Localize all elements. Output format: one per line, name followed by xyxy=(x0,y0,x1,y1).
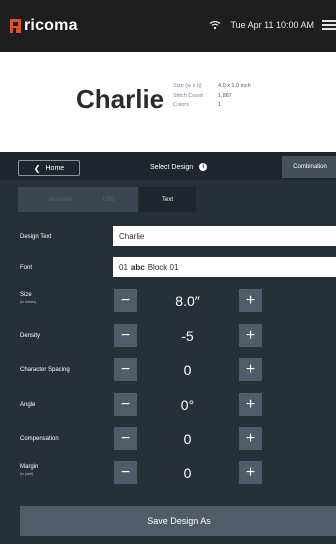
size-decrease-button[interactable]: − xyxy=(114,289,137,312)
spec-label: Stitch Count xyxy=(173,92,203,99)
compensation-decrease-button[interactable]: − xyxy=(114,427,137,450)
spec-value: 4.0 x 1.0 inch xyxy=(218,83,251,89)
logo-text: ricoma xyxy=(24,17,78,34)
spec-row-colors: Colors 1 xyxy=(173,101,251,111)
compensation-value: 0 xyxy=(183,431,192,447)
spec-label: Colors xyxy=(173,102,189,108)
density-value: -5 xyxy=(181,328,194,344)
status-area: Tue Apr 11 10:00 AM xyxy=(209,20,336,30)
panel-nav-bar: ❮ Home Select Design i Combination xyxy=(0,152,336,180)
spec-row-stitch-count: Stitch Count 1,887 xyxy=(173,92,251,102)
angle-increase-button[interactable]: + xyxy=(239,393,262,416)
density-increase-button[interactable]: + xyxy=(239,324,262,347)
tab-usb[interactable]: USB xyxy=(80,187,138,212)
size-increase-button[interactable]: + xyxy=(239,289,262,312)
angle-label: Angle xyxy=(20,402,36,408)
design-specs: Size (w x h) 4.0 x 1.0 inch Stitch Count… xyxy=(173,82,251,111)
margin-sublabel: (in pixel) xyxy=(20,472,34,476)
nav-title: Select Design i xyxy=(150,163,208,171)
spec-value: 1 xyxy=(218,102,222,108)
character-spacing-decrease-button[interactable]: − xyxy=(114,358,137,381)
margin-label-text: Margin xyxy=(20,464,39,470)
density-label: Density xyxy=(20,333,41,339)
compensation-label: Compensation xyxy=(20,436,59,442)
design-text-input[interactable]: Charlie xyxy=(113,226,336,246)
size-sublabel: (in inches) xyxy=(20,300,37,304)
info-icon[interactable]: i xyxy=(199,163,208,171)
home-button[interactable]: ❮ Home xyxy=(18,160,80,176)
logo-mark-icon xyxy=(10,19,21,33)
design-panel: ❮ Home Select Design i Combination Machi… xyxy=(0,152,336,544)
font-select[interactable]: 01 abc Block 01 xyxy=(113,257,336,277)
chevron-left-icon: ❮ xyxy=(33,163,41,173)
character-spacing-label: Character Spacing xyxy=(20,367,70,373)
margin-label: Margin (in pixel) xyxy=(20,464,38,476)
combination-button-label: Combination xyxy=(293,164,327,170)
font-name: Block 01 xyxy=(147,262,179,272)
size-label: Size (in inches) xyxy=(20,292,36,304)
margin-increase-button[interactable]: + xyxy=(239,461,262,484)
status-datetime: Tue Apr 11 10:00 AM xyxy=(230,20,314,30)
tab-text[interactable]: Text xyxy=(139,187,196,212)
angle-value: 0° xyxy=(180,397,195,413)
font-label: Font xyxy=(20,265,33,271)
density-decrease-button[interactable]: − xyxy=(114,324,137,347)
design-preview: Charlie Size (w x h) 4.0 x 1.0 inch Stit… xyxy=(0,52,336,152)
wifi-icon xyxy=(210,20,221,30)
top-status-bar: ricoma Tue Apr 11 10:00 AM xyxy=(0,0,336,52)
margin-value: 0 xyxy=(183,465,192,481)
source-tabs: Machine USB Text xyxy=(0,180,336,214)
margin-decrease-button[interactable]: − xyxy=(114,461,137,484)
character-spacing-increase-button[interactable]: + xyxy=(239,358,262,381)
font-abc-sample: abc xyxy=(130,262,145,272)
preview-design-name: Charlie xyxy=(76,84,165,114)
design-text-label: Design Text xyxy=(20,234,52,240)
font-number: 01 xyxy=(119,262,128,272)
spec-label: Size (w x h) xyxy=(173,83,202,89)
angle-decrease-button[interactable]: − xyxy=(114,393,137,416)
hamburger-menu-icon[interactable] xyxy=(322,20,336,30)
nav-title-text: Select Design xyxy=(150,163,194,171)
save-design-as-button[interactable]: Save Design As xyxy=(20,506,336,536)
combination-button[interactable]: Combination xyxy=(282,156,336,178)
size-value: 8.0″ xyxy=(175,293,200,309)
ricoma-logo: ricoma xyxy=(10,17,78,35)
spec-value: 1,887 xyxy=(218,92,232,99)
home-button-label: Home xyxy=(45,164,65,172)
character-spacing-value: 0 xyxy=(183,362,192,378)
compensation-increase-button[interactable]: + xyxy=(239,427,262,450)
size-label-text: Size xyxy=(20,292,32,298)
spec-row-size: Size (w x h) 4.0 x 1.0 inch xyxy=(173,82,251,92)
